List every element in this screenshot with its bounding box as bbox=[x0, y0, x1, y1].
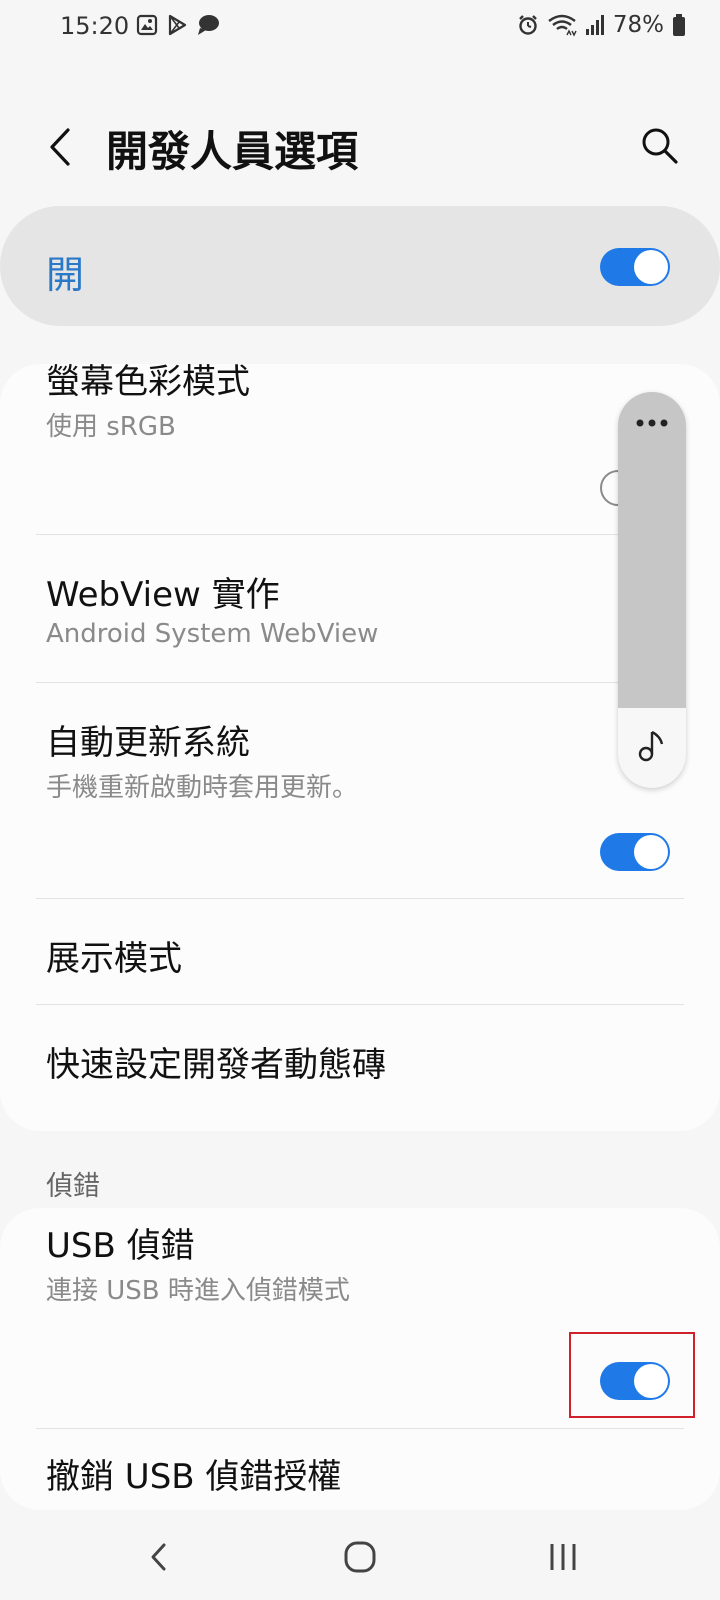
battery-icon bbox=[673, 14, 685, 36]
music-note-icon bbox=[638, 730, 664, 762]
setting-subtitle: 連接 USB 時進入偵錯模式 bbox=[46, 1276, 350, 1306]
switch-knob bbox=[634, 250, 668, 284]
back-button[interactable] bbox=[40, 122, 84, 172]
nav-home-button[interactable] bbox=[335, 1532, 385, 1582]
setting-title: 自動更新系統 bbox=[46, 723, 250, 763]
setting-title: 撤銷 USB 偵錯授權 bbox=[46, 1457, 342, 1497]
play-store-icon bbox=[168, 14, 187, 36]
back-icon bbox=[50, 128, 70, 166]
switch-knob bbox=[634, 835, 668, 869]
setting-subtitle: 使用 sRGB bbox=[46, 412, 176, 442]
floating-panel[interactable] bbox=[618, 392, 686, 788]
setting-row-webview[interactable]: WebView 實作 Android System WebView bbox=[0, 535, 720, 683]
gallery-icon bbox=[136, 14, 158, 36]
search-button[interactable] bbox=[638, 124, 682, 168]
setting-row-screen-color-mode[interactable]: 螢幕色彩模式 使用 sRGB bbox=[0, 364, 720, 534]
setting-subtitle: Android System WebView bbox=[46, 619, 379, 649]
status-time: 15:20 bbox=[60, 12, 130, 40]
section-header-debugging: 偵錯 bbox=[46, 1171, 100, 1202]
master-switch-label: 開 bbox=[46, 253, 85, 297]
nav-home-icon bbox=[344, 1541, 376, 1573]
battery-percentage: 78% bbox=[612, 12, 664, 38]
setting-title: WebView 實作 bbox=[46, 575, 280, 615]
more-icon bbox=[636, 419, 668, 427]
status-bar: 15:20 78% bbox=[0, 0, 720, 56]
highlight-box bbox=[569, 1332, 695, 1418]
setting-subtitle: 手機重新啟動時套用更新。 bbox=[46, 773, 359, 803]
system-icons: 78% bbox=[517, 12, 686, 38]
wifi-icon bbox=[548, 14, 577, 37]
nav-recents-button[interactable] bbox=[538, 1532, 588, 1582]
setting-row-revoke-usb-auth[interactable]: 撤銷 USB 偵錯授權 bbox=[0, 1429, 720, 1510]
alarm-icon bbox=[519, 15, 537, 35]
setting-title: 快速設定開發者動態磚 bbox=[46, 1045, 386, 1085]
setting-row-quick-settings-tiles[interactable]: 快速設定開發者動態磚 bbox=[0, 1005, 720, 1115]
setting-title: 展示模式 bbox=[46, 939, 182, 979]
more-button[interactable] bbox=[618, 408, 686, 438]
nav-back-button[interactable] bbox=[134, 1532, 184, 1582]
nav-back-icon bbox=[151, 1543, 166, 1571]
signal-icon bbox=[585, 15, 604, 35]
floating-panel-bottom[interactable] bbox=[618, 708, 686, 788]
auto-update-toggle[interactable] bbox=[600, 833, 670, 871]
notification-icons bbox=[136, 14, 220, 36]
page-title: 開發人員選項 bbox=[106, 127, 359, 176]
search-icon bbox=[642, 128, 678, 164]
nav-recents-icon bbox=[550, 1544, 576, 1570]
setting-title: USB 偵錯 bbox=[46, 1226, 195, 1266]
setting-title: 螢幕色彩模式 bbox=[46, 364, 250, 402]
master-switch-card[interactable]: 開 bbox=[0, 206, 720, 326]
setting-row-auto-update[interactable]: 自動更新系統 手機重新啟動時套用更新。 bbox=[0, 683, 720, 898]
message-icon bbox=[198, 15, 219, 35]
master-switch-toggle[interactable] bbox=[600, 248, 670, 286]
settings-card: 螢幕色彩模式 使用 sRGB WebView 實作 Android System… bbox=[0, 364, 720, 1131]
setting-row-demo-mode[interactable]: 展示模式 bbox=[0, 899, 720, 1003]
navigation-bar bbox=[0, 1510, 720, 1600]
